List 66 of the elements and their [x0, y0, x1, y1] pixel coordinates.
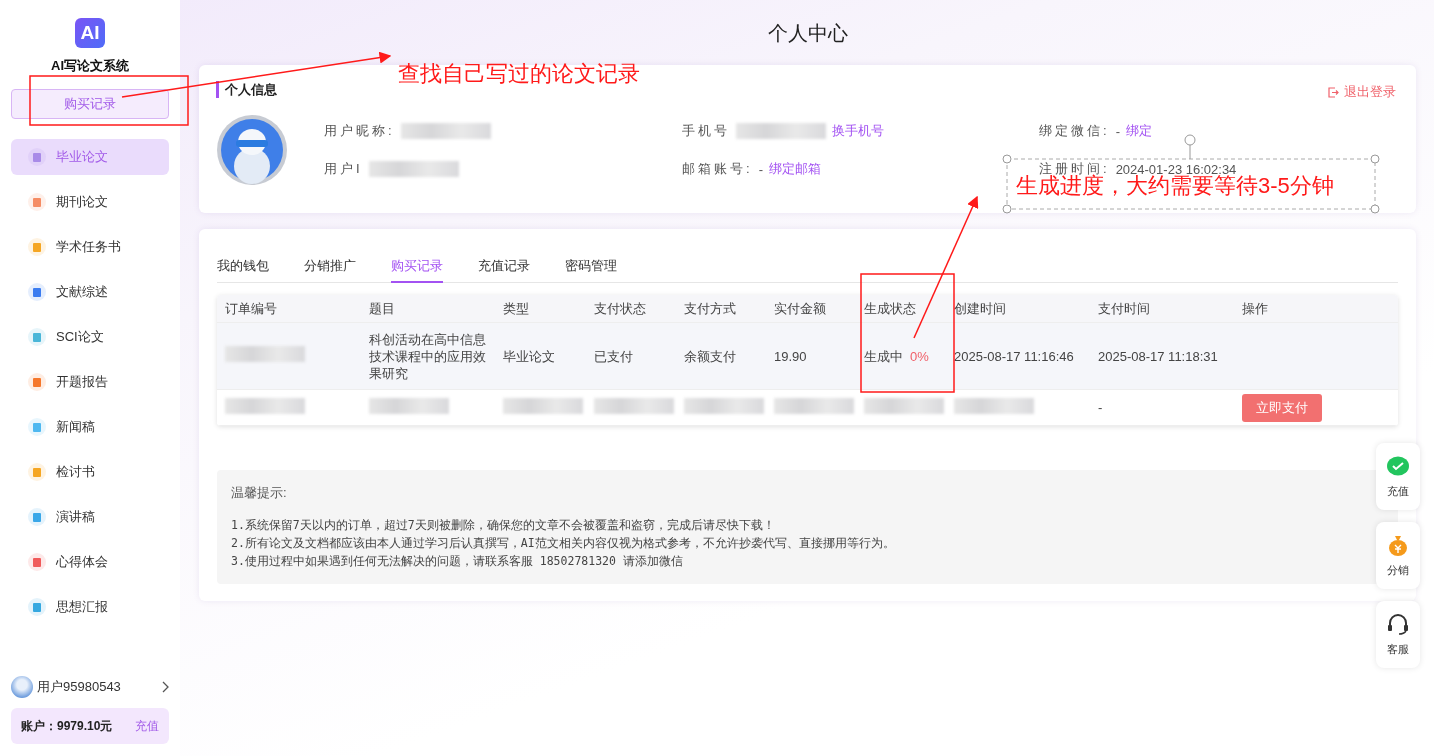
field-label: 用户I [324, 160, 363, 178]
avatar [216, 114, 288, 186]
tab[interactable]: 分销推广 [304, 251, 356, 283]
app-name: AI写论文系统 [51, 57, 129, 75]
tips-title: 温馨提示: [231, 484, 288, 502]
column-header: 订单编号 [225, 300, 278, 317]
column-header: 支付状态 [594, 300, 647, 317]
table-cell-text: 毕业论文 [503, 347, 556, 365]
float-button[interactable]: 充值 [1376, 443, 1420, 510]
bind-link[interactable]: 换手机号 [832, 122, 884, 140]
sidebar-item[interactable]: 检讨书 [11, 454, 169, 490]
headset-icon [1386, 612, 1410, 636]
float-button[interactable]: 客服 [1376, 601, 1420, 668]
column-header: 题目 [369, 300, 396, 317]
chevron-right-icon [161, 681, 169, 693]
column-header: 支付时间 [1098, 300, 1151, 317]
account-balance: 账户：9979.10元 [21, 717, 113, 735]
tip-text: 2.所有论文及文档都应该由本人通过学习后认真撰写，AI范文相关内容仅视为格式参考，不允许抄袭代写、直接挪用等行为。 [231, 535, 896, 552]
wechat-icon [1386, 454, 1410, 478]
table-cell-text: - [1098, 399, 1104, 416]
column-header: 生成状态 [864, 300, 917, 317]
sidebar-item[interactable]: 演讲稿 [11, 499, 169, 535]
table-cell-text: 余额支付 [684, 347, 737, 365]
table-cell-text: 科创活动在高中信息技术课程中的应用效果研究 [369, 330, 487, 382]
money-bag-icon [1386, 533, 1410, 557]
sidebar-item[interactable]: SCI论文 [11, 319, 169, 355]
tab[interactable]: 充值记录 [478, 251, 530, 283]
sidebar-item[interactable]: 学术任务书 [11, 229, 169, 265]
progress-value: 0% [910, 348, 929, 364]
sidebar-item[interactable]: 心得体会 [11, 544, 169, 580]
field-label: 注册时间: [1039, 160, 1110, 176]
field-label: 用户昵称: [324, 122, 395, 140]
sidebar-item[interactable]: 新闻稿 [11, 409, 169, 445]
sidebar-item[interactable]: 期刊论文 [11, 184, 169, 220]
sidebar-item[interactable]: 文献综述 [11, 274, 169, 310]
table-cell-text: 19.90 [774, 347, 808, 365]
sidebar-item[interactable]: 思想汇报 [11, 589, 169, 625]
field-value: - [1115, 123, 1120, 139]
tab[interactable]: 密码管理 [565, 251, 617, 283]
recharge-link[interactable]: 充值 [135, 717, 159, 735]
field-label: 绑定微信: [1039, 122, 1110, 140]
column-header: 实付金额 [774, 300, 827, 317]
tab[interactable]: 购买记录 [391, 251, 443, 283]
field-label: 邮箱账号: [682, 160, 753, 178]
tip-text: 3.使用过程中如果遇到任何无法解决的问题，请联系客服 18502781320 请添加微信 [231, 553, 684, 570]
bind-link[interactable]: 绑定邮箱 [768, 160, 821, 178]
column-header: 操作 [1242, 300, 1269, 317]
annotation-text: 查找自己写过的论文记录 [398, 60, 640, 88]
bind-link[interactable]: 绑定 [1125, 122, 1152, 140]
status-text: 生成中 [864, 348, 903, 364]
page-title: 个人中心 [767, 21, 848, 46]
purchase-records-button[interactable]: 购买记录 [11, 89, 169, 119]
user-name[interactable]: 用户95980543 [37, 678, 157, 696]
float-button[interactable]: 分销 [1376, 522, 1420, 589]
logo: AI [75, 18, 105, 48]
avatar [11, 676, 33, 698]
tip-text: 1.系统保留7天以内的订单，超过7天则被删除，确保您的文章不会被覆盖和盗窃，完成后请尽快下载！ [231, 517, 776, 534]
sidebar-item[interactable]: 开题报告 [11, 364, 169, 400]
column-header: 支付方式 [684, 300, 737, 317]
table-cell-text: 已支付 [594, 347, 634, 365]
logout-icon [1328, 86, 1339, 98]
column-header: 类型 [503, 300, 530, 317]
field-value: - [758, 161, 763, 177]
tab[interactable]: 我的钱包 [217, 251, 269, 283]
field-label: 手机号 [682, 122, 730, 140]
table-cell-text: 2025-08-17 11:18:31 [1098, 347, 1219, 365]
